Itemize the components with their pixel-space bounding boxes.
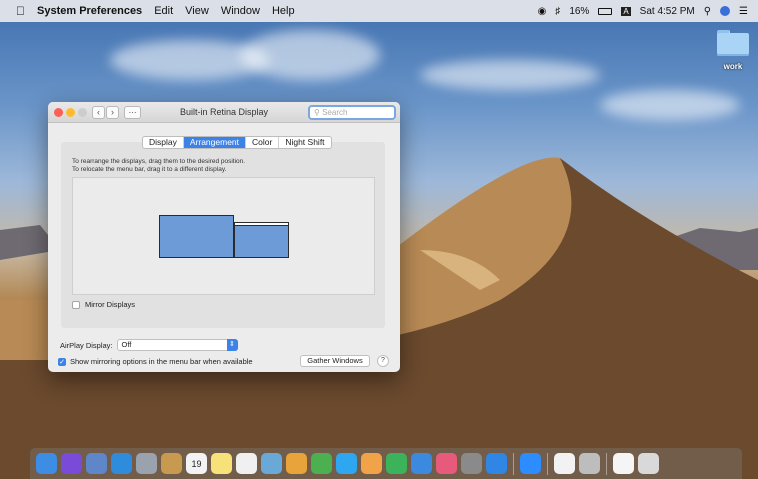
installer-icon[interactable] [579, 453, 600, 474]
notes-icon[interactable] [211, 453, 232, 474]
menu-bar-indicator[interactable] [235, 223, 288, 226]
tab-display[interactable]: Display [143, 137, 184, 148]
menu-help[interactable]: Help [272, 5, 295, 17]
dock-separator [513, 452, 514, 475]
tab-night-shift[interactable]: Night Shift [279, 137, 330, 148]
airplay-select[interactable]: Off ⇕ [116, 339, 238, 351]
preview-icon[interactable] [261, 453, 282, 474]
chevron-updown-icon: ⇕ [226, 339, 238, 351]
app-menu[interactable]: System Preferences [37, 5, 142, 17]
calendar-icon[interactable]: 19 [186, 453, 207, 474]
trash-icon[interactable] [638, 453, 659, 474]
show-mirroring-checkbox[interactable]: ✓ [58, 357, 66, 366]
display-secondary[interactable] [234, 222, 289, 258]
dock: 19 [30, 448, 742, 479]
search-icon: ⚲ [314, 108, 320, 117]
menu-view[interactable]: View [185, 5, 209, 17]
mirror-displays-checkbox[interactable] [72, 300, 80, 309]
notification-center-icon[interactable]: ☰ [739, 6, 748, 17]
airplay-label: AirPlay Display: [60, 340, 113, 350]
volume-icon[interactable]: ♯ [555, 6, 560, 17]
siri-menu-icon[interactable] [720, 6, 731, 16]
dock-separator [547, 452, 548, 475]
numbers-icon[interactable] [386, 453, 407, 474]
dock-separator [606, 452, 607, 475]
facetime-icon[interactable] [311, 453, 332, 474]
keynote-icon[interactable] [411, 453, 432, 474]
display-main[interactable] [159, 215, 234, 258]
tab-color[interactable]: Color [246, 137, 280, 148]
safari-icon[interactable] [111, 453, 132, 474]
display-arrangement-area[interactable] [72, 177, 375, 295]
spotlight-icon[interactable]: ⚲ [704, 6, 711, 17]
battery-percent[interactable]: 16% [569, 6, 589, 17]
battery-icon[interactable] [598, 7, 613, 15]
search-field[interactable]: ⚲ Search [308, 105, 396, 120]
reminders-icon[interactable] [236, 453, 257, 474]
pages-icon[interactable] [361, 453, 382, 474]
system-preferences-icon[interactable] [461, 453, 482, 474]
photos-preview-icon[interactable] [86, 453, 107, 474]
tab-bar: Display Arrangement Color Night Shift [142, 136, 332, 149]
input-source-icon[interactable]: A [621, 6, 631, 16]
mirror-displays-option[interactable]: Mirror Displays [72, 300, 135, 309]
menu-edit[interactable]: Edit [154, 5, 173, 17]
notes-book-icon[interactable] [161, 453, 182, 474]
instruction-line-2: To relocate the menu bar, drag it to a d… [72, 166, 227, 173]
wifi-icon[interactable]: ◉ [538, 6, 547, 17]
document-icon[interactable] [613, 453, 634, 474]
zoom-icon[interactable] [520, 453, 541, 474]
help-button[interactable]: ? [377, 355, 389, 367]
menu-window[interactable]: Window [221, 5, 260, 17]
show-mirroring-label: Show mirroring options in the menu bar w… [70, 357, 253, 366]
work-folder-icon[interactable] [717, 30, 749, 56]
app-store-icon[interactable] [486, 453, 507, 474]
textedit-icon[interactable] [554, 453, 575, 474]
airplay-value: Off [121, 340, 132, 349]
menu-bar:  System Preferences Edit View Window He… [0, 0, 758, 22]
title-bar[interactable]: ‹ › ⋯ Built-in Retina Display ⚲ Search [48, 102, 400, 123]
work-folder-label[interactable]: work [714, 62, 752, 71]
finder-icon[interactable] [36, 453, 57, 474]
itunes-icon[interactable] [436, 453, 457, 474]
apple-menu-icon[interactable]:  [16, 4, 25, 18]
rocket-icon[interactable] [136, 453, 157, 474]
photos-icon[interactable] [286, 453, 307, 474]
airplay-row: AirPlay Display: Off ⇕ [60, 339, 238, 351]
tab-arrangement[interactable]: Arrangement [183, 137, 247, 148]
messages-icon[interactable] [336, 453, 357, 474]
display-preferences-window: ‹ › ⋯ Built-in Retina Display ⚲ Search D… [48, 102, 400, 372]
siri-icon[interactable] [61, 453, 82, 474]
search-placeholder: Search [322, 108, 348, 117]
show-mirroring-option[interactable]: ✓ Show mirroring options in the menu bar… [58, 357, 253, 366]
mirror-displays-label: Mirror Displays [85, 300, 136, 309]
instructions: To rearrange the displays, drag them to … [72, 158, 245, 174]
gather-windows-button[interactable]: Gather Windows [300, 355, 370, 367]
clock[interactable]: Sat 4:52 PM [640, 6, 695, 17]
instruction-line-1: To rearrange the displays, drag them to … [72, 158, 246, 165]
